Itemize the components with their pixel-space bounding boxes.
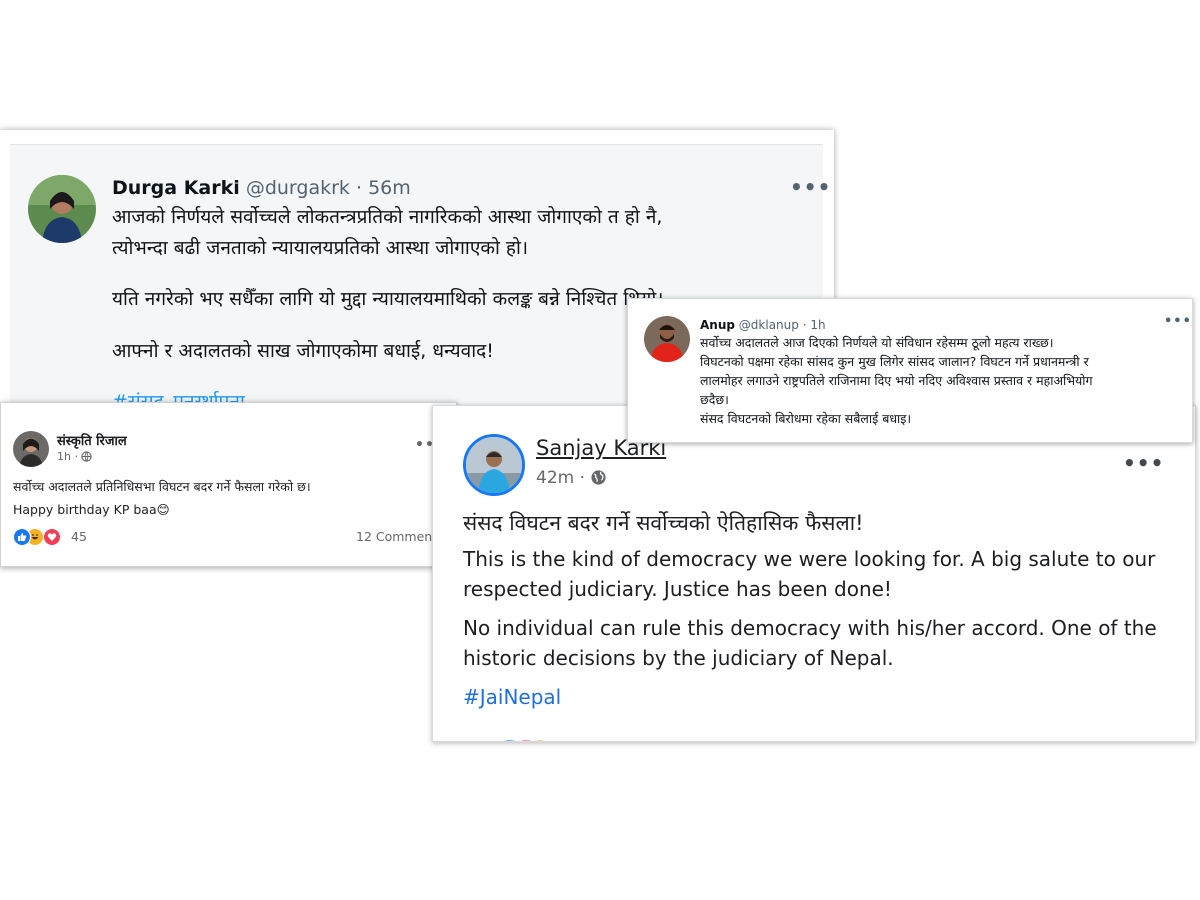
- tweet-text-line: आफ्नो र अदालतको साख जोगाएकोमा बधाई, धन्य…: [112, 340, 494, 362]
- more-options-icon[interactable]: •••: [1164, 314, 1192, 329]
- tweet-text-line: विघटनको पक्षमा रहेका सांसद कुन मुख लिगेर…: [700, 354, 1089, 369]
- post-text-line: No individual can rule this democracy wi…: [463, 616, 1157, 640]
- timestamp[interactable]: 56m: [368, 177, 411, 199]
- author-handle[interactable]: @dklanup: [739, 318, 799, 332]
- sanskriti-rijal-facebook-card: संस्कृति रिजाल 1h · ••• सर्वोच्च अदालतले…: [0, 402, 457, 567]
- post-text-line: respected judiciary. Justice has been do…: [463, 577, 892, 601]
- love-icon: [43, 528, 61, 546]
- tweet-text-line: लालमोहर लगाउने राष्ट्रपतिले राजिनामा दिए…: [700, 373, 1093, 388]
- timestamp[interactable]: 1h: [810, 318, 825, 332]
- timestamp[interactable]: 42m ·: [536, 468, 585, 488]
- post-text-line: historic decisions by the judiciary of N…: [463, 646, 894, 670]
- reaction-icons-cropped: [463, 728, 546, 741]
- reaction-count[interactable]: 45: [71, 529, 87, 544]
- post-text-line: Happy birthday KP baa😊: [13, 502, 170, 517]
- timestamp[interactable]: 1h ·: [57, 450, 78, 463]
- author-name[interactable]: Anup: [700, 318, 735, 332]
- comments-link[interactable]: 12 Comments: [356, 529, 444, 544]
- like-icon: [13, 528, 31, 546]
- post-meta: 1h ·: [57, 450, 93, 465]
- anup-tweet-card: Anup @dklanup · 1h ••• सर्वोच्च अदालतले …: [627, 298, 1193, 443]
- tweet-text-line: संसद विघटनको बिरोधमा रहेका सबैलाई बधाइ।: [700, 411, 912, 426]
- post-meta: 42m ·: [536, 468, 607, 491]
- tweet-header: Durga Karki @durgakrk · 56m: [112, 177, 411, 199]
- globe-icon: [81, 451, 93, 465]
- more-options-icon[interactable]: •••: [790, 175, 831, 199]
- post-text-line: This is the kind of democracy we were lo…: [463, 547, 1156, 571]
- separator: ·: [355, 177, 363, 199]
- globe-icon: [590, 469, 607, 491]
- tweet-header: Anup @dklanup · 1h: [700, 318, 826, 332]
- author-handle[interactable]: @durgakrk: [246, 177, 350, 199]
- avatar[interactable]: [13, 431, 49, 467]
- author-name[interactable]: Durga Karki: [112, 177, 240, 199]
- avatar[interactable]: [28, 175, 96, 243]
- avatar[interactable]: [463, 434, 525, 496]
- more-options-icon[interactable]: •••: [1123, 451, 1164, 475]
- author-name[interactable]: संस्कृति रिजाल: [57, 431, 127, 449]
- tweet-text-line: सर्वोच्च अदालतले आज दिएको निर्णयले यो सं…: [700, 335, 1054, 350]
- post-text-line: सर्वोच्च अदालतले प्रतिनिधिसभा विघटन बदर …: [13, 479, 311, 494]
- post-headline: संसद विघटन बदर गर्ने सर्वोच्चको ऐतिहासिक…: [463, 511, 864, 535]
- tweet-text-line: यति नगरेको भए सधैँका लागि यो मुद्दा न्या…: [112, 288, 664, 310]
- sanjay-karki-facebook-card: Sanjay Karki 42m · ••• संसद विघटन बदर गर…: [432, 405, 1196, 742]
- tweet-text-line: त्योभन्दा बढी जनताको न्यायालयप्रतिको आस्…: [112, 237, 529, 259]
- tweet-text-line: आजको निर्णयले सर्वोच्चले लोकतन्त्रप्रतिक…: [112, 206, 663, 228]
- tweet-text-line: छदैछ।: [700, 392, 729, 407]
- hashtag-link[interactable]: #JaiNepal: [463, 685, 561, 709]
- avatar[interactable]: [644, 316, 690, 362]
- separator: ·: [802, 318, 807, 332]
